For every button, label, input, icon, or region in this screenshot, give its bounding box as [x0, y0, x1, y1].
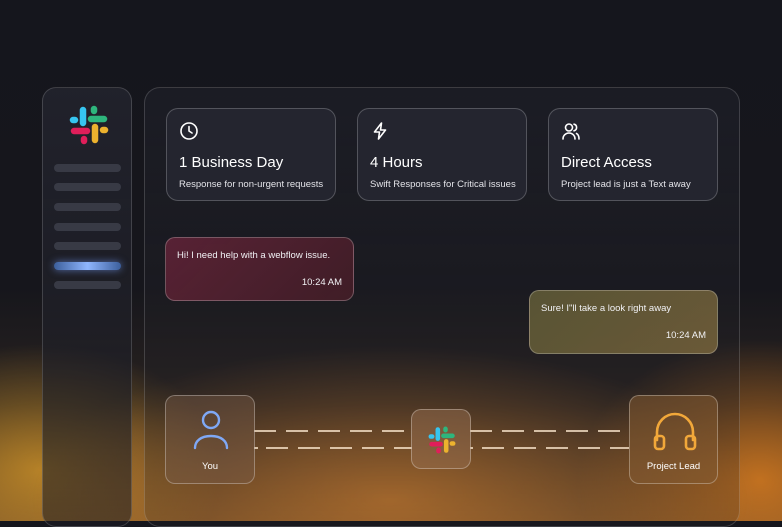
message-timestamp: 10:24 AM — [301, 277, 342, 288]
card-subtitle: Response for non-urgent requests — [179, 179, 324, 190]
lead-message-bubble: Sure! I"ll take a look right away 10:24 … — [529, 290, 718, 354]
card-4-hours: 4 Hours Swift Responses for Critical iss… — [357, 108, 527, 201]
card-subtitle: Project lead is just a Text away — [561, 179, 691, 190]
lightning-icon — [373, 122, 387, 140]
connection-line — [254, 447, 412, 449]
node-label: You — [201, 461, 219, 472]
sidebar-nav-item[interactable] — [54, 281, 121, 289]
card-subtitle: Swift Responses for Critical issues — [370, 179, 516, 190]
sidebar-nav-item[interactable] — [54, 223, 121, 231]
sidebar-nav-item[interactable] — [54, 164, 121, 172]
project-lead-node[interactable]: Project Lead — [629, 395, 718, 484]
message-text: Hi! I need help with a webflow issue. — [177, 250, 331, 261]
sidebar-nav-item-active[interactable] — [54, 262, 121, 270]
slack-hub-node[interactable] — [411, 409, 471, 469]
card-title: 4 Hours — [370, 154, 423, 171]
users-icon — [562, 123, 580, 140]
sidebar-nav-item[interactable] — [54, 183, 121, 191]
sidebar — [42, 87, 132, 527]
card-title: 1 Business Day — [179, 154, 284, 171]
card-business-day: 1 Business Day Response for non-urgent r… — [166, 108, 336, 201]
connection-line — [254, 430, 412, 432]
user-message-bubble: Hi! I need help with a webflow issue. 10… — [165, 237, 354, 301]
connection-line — [470, 430, 629, 432]
node-label: Project Lead — [646, 461, 701, 472]
card-title: Direct Access — [561, 154, 652, 171]
sidebar-nav-item[interactable] — [54, 242, 121, 250]
message-timestamp: 10:24 AM — [665, 330, 706, 341]
sidebar-nav-item[interactable] — [54, 203, 121, 211]
card-direct-access: Direct Access Project lead is just a Tex… — [548, 108, 718, 201]
message-text: Sure! I"ll take a look right away — [541, 303, 672, 314]
slack-logo-icon[interactable] — [69, 105, 109, 145]
clock-icon — [180, 122, 198, 140]
connection-line — [470, 447, 629, 449]
slack-logo-icon — [428, 426, 456, 454]
user-icon — [193, 410, 229, 450]
you-node[interactable]: You — [165, 395, 255, 484]
headphones-icon — [653, 412, 697, 451]
